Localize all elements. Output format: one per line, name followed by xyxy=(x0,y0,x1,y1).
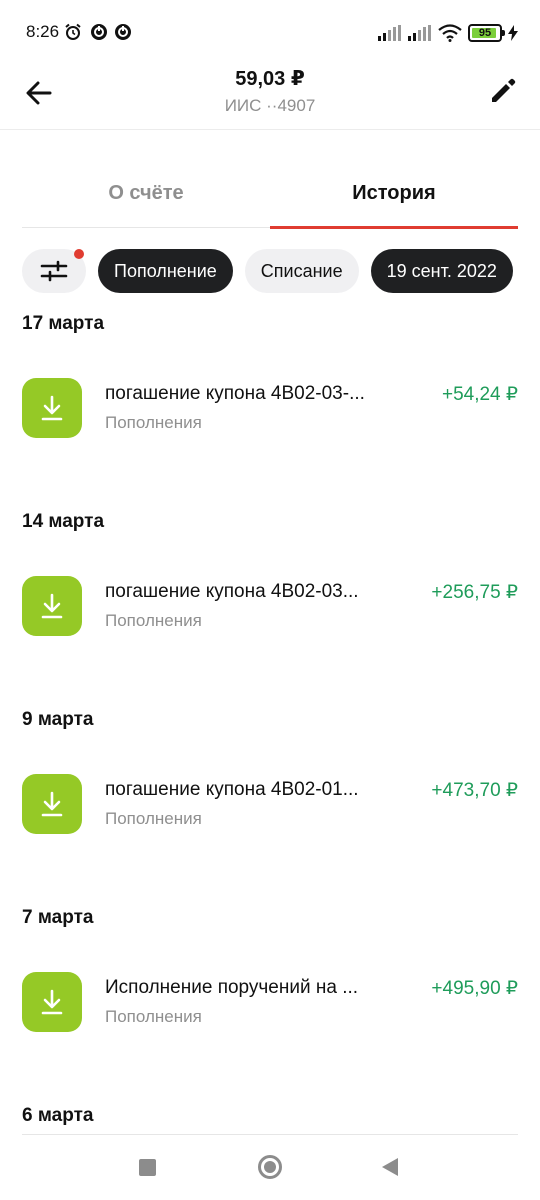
account-tabs: О счёте История xyxy=(22,160,518,229)
deposit-icon xyxy=(22,378,82,438)
sliders-icon xyxy=(40,260,68,282)
transaction-title: Исполнение поручений на ... xyxy=(105,977,359,998)
filter-settings-button[interactable] xyxy=(22,249,86,293)
filter-active-dot xyxy=(74,249,84,259)
recents-icon[interactable] xyxy=(139,1159,156,1176)
chip-date[interactable]: 19 сент. 2022 xyxy=(370,249,513,293)
signal-icon xyxy=(408,25,431,41)
app-header: 59,03 ₽ ИИС ··4907 xyxy=(0,66,540,130)
battery-icon: 95 xyxy=(468,24,505,42)
status-right: 95 xyxy=(378,22,518,44)
transaction-amount: +256,75 ₽ xyxy=(431,582,518,603)
transaction-row[interactable]: Исполнение поручений на ... Пополнения +… xyxy=(22,972,518,1034)
transaction-category: Пополнения xyxy=(105,413,202,432)
chip-deposit[interactable]: Пополнение xyxy=(98,249,233,293)
edit-button[interactable] xyxy=(486,74,520,108)
pencil-icon xyxy=(492,78,516,102)
nav-divider xyxy=(22,1134,518,1135)
deposit-icon xyxy=(22,972,82,1032)
date-header: 17 марта xyxy=(22,313,105,334)
alarm-icon xyxy=(65,23,81,40)
transaction-title: погашение купона 4B02-01... xyxy=(105,779,359,800)
transaction-title: погашение купона 4B02-03... xyxy=(105,581,359,602)
battery-tip xyxy=(502,30,505,36)
transaction-title: погашение купона 4B02-03-... xyxy=(105,383,365,404)
account-name: ИИС ··4907 xyxy=(224,96,316,115)
transaction-category: Пополнения xyxy=(105,809,202,828)
transaction-amount: +473,70 ₽ xyxy=(431,780,518,801)
tab-about[interactable]: О счёте xyxy=(22,160,270,227)
notification-icon xyxy=(91,24,107,40)
signal-icon xyxy=(378,25,401,41)
status-time: 8:26 xyxy=(26,22,60,41)
account-balance: 59,03 ₽ xyxy=(235,68,305,90)
home-icon[interactable] xyxy=(258,1155,282,1179)
battery-level: 95 xyxy=(478,27,492,39)
filter-chips: Пополнение Списание 19 сент. 2022 xyxy=(22,249,540,295)
tab-history[interactable]: История xyxy=(270,160,518,229)
deposit-icon xyxy=(22,576,82,636)
wifi-icon xyxy=(438,24,462,42)
status-bar: 8:26 95 xyxy=(0,0,540,66)
notification-icon xyxy=(115,24,131,40)
deposit-icon xyxy=(22,774,82,834)
transaction-amount: +495,90 ₽ xyxy=(431,978,518,999)
date-header: 6 марта xyxy=(22,1105,94,1126)
charging-icon xyxy=(508,25,518,41)
transaction-row[interactable]: погашение купона 4B02-01... Пополнения +… xyxy=(22,774,518,836)
date-header: 14 марта xyxy=(22,511,105,532)
transaction-category: Пополнения xyxy=(105,611,202,630)
system-nav-bar xyxy=(0,1136,540,1200)
transaction-row[interactable]: погашение купона 4B02-03... Пополнения +… xyxy=(22,576,518,638)
date-header: 7 марта xyxy=(22,907,94,928)
date-header: 9 марта xyxy=(22,709,94,730)
chip-withdrawal[interactable]: Списание xyxy=(244,249,359,293)
transaction-category: Пополнения xyxy=(105,1007,202,1026)
back-triangle-icon[interactable] xyxy=(382,1158,398,1176)
transaction-amount: +54,24 ₽ xyxy=(441,384,518,405)
transaction-row[interactable]: погашение купона 4B02-03-... Пополнения … xyxy=(22,378,518,440)
